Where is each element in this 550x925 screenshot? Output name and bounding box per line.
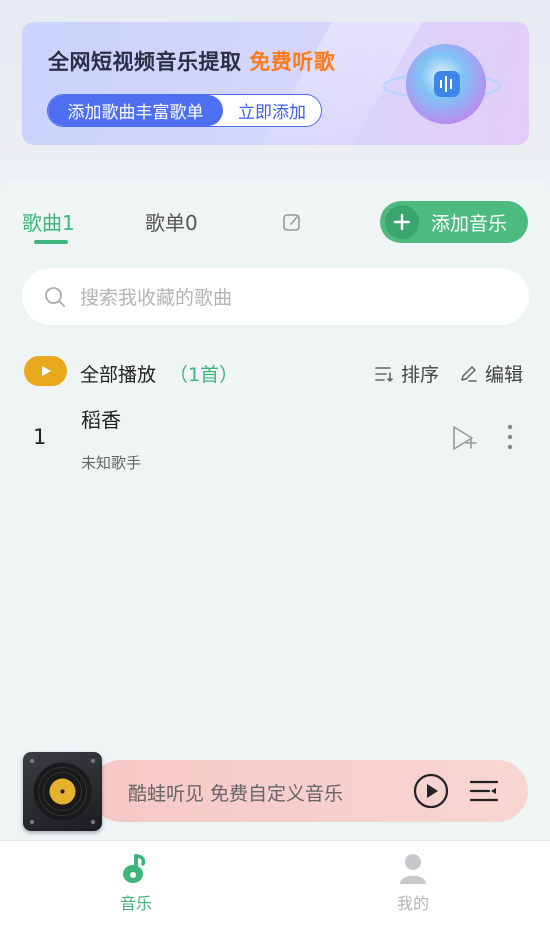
search-icon <box>45 286 65 307</box>
user-icon <box>400 854 426 884</box>
sort-button[interactable]: 排序 <box>374 360 439 387</box>
edit-playlist-icon[interactable] <box>282 212 302 232</box>
pencil-icon <box>461 366 477 382</box>
nav-me[interactable]: 我的 <box>373 852 453 914</box>
tab-active-indicator <box>34 240 68 244</box>
sort-icon <box>375 366 393 382</box>
nav-me-label: 我的 <box>396 894 429 913</box>
song-title: 稻香 <box>81 408 121 432</box>
search-bar[interactable]: 搜索我收藏的歌曲 <box>22 268 529 325</box>
tab-playlists[interactable]: 歌单0 <box>145 207 198 236</box>
album-cover[interactable] <box>23 752 102 831</box>
banner-cta-label: 添加歌曲丰富歌单 <box>48 95 223 126</box>
song-count: （1首） <box>169 364 239 386</box>
music-note-icon <box>123 854 146 883</box>
nav-music-label: 音乐 <box>119 894 152 913</box>
song-artist: 未知歌手 <box>81 454 142 472</box>
play-all-label[interactable]: 全部播放 <box>80 360 156 387</box>
add-music-label: 添加音乐 <box>431 212 508 235</box>
song-index: 1 <box>33 425 47 449</box>
vinyl-record-icon <box>29 758 96 825</box>
promo-banner[interactable]: 全网短视频音乐提取 免费听歌 添加歌曲丰富歌单 立即添加 <box>22 22 529 145</box>
add-music-button[interactable]: 添加音乐 <box>380 201 528 243</box>
bottom-navigation <box>0 840 550 925</box>
banner-title-main: 全网短视频音乐提取 <box>48 50 242 74</box>
player-text: 酷蛙听见 免费自定义音乐 <box>128 783 344 805</box>
edit-label: 编辑 <box>485 364 524 386</box>
playlist-icon[interactable] <box>469 776 499 806</box>
banner-cta[interactable]: 添加歌曲丰富歌单 立即添加 <box>47 94 322 127</box>
tab-songs[interactable]: 歌曲1 <box>22 207 75 236</box>
edit-button[interactable]: 编辑 <box>459 360 523 387</box>
audio-orb-icon <box>383 44 501 124</box>
nav-music[interactable]: 音乐 <box>96 852 176 914</box>
banner-title: 全网短视频音乐提取 免费听歌 <box>48 46 335 76</box>
play-icon <box>41 366 51 376</box>
play-icon[interactable] <box>413 773 449 809</box>
play-next-icon[interactable] <box>450 424 478 452</box>
play-all-button[interactable] <box>24 356 67 386</box>
search-input[interactable]: 搜索我收藏的歌曲 <box>80 283 232 310</box>
add-now-button[interactable]: 立即添加 <box>223 98 321 123</box>
banner-title-highlight: 免费听歌 <box>249 50 336 74</box>
sort-label: 排序 <box>401 364 440 386</box>
plus-icon <box>385 205 419 239</box>
more-options-icon[interactable] <box>500 423 520 453</box>
